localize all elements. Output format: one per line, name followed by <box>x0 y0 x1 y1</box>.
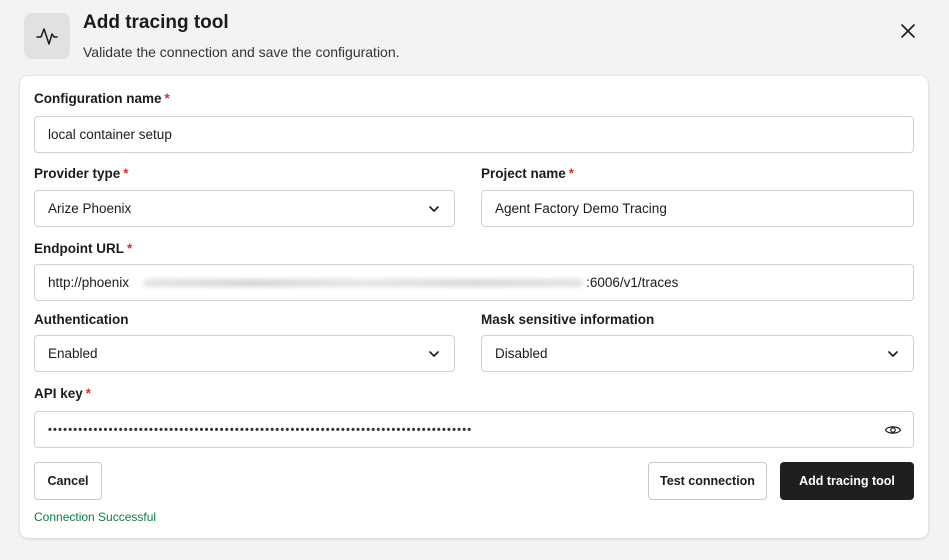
config-name-input[interactable]: local container setup <box>34 116 914 153</box>
chevron-down-icon <box>429 206 439 212</box>
required-marker: * <box>568 166 575 181</box>
endpoint-url-prefix: http://phoenix <box>48 275 130 290</box>
required-marker: * <box>164 91 170 106</box>
form-card: Configuration name * local container setu… <box>20 76 928 538</box>
dialog-header: Add tracing tool Validate the connection… <box>0 0 949 72</box>
authentication-select[interactable]: Enabled <box>34 335 455 372</box>
test-connection-button[interactable]: Test connection <box>648 462 767 500</box>
api-key-input[interactable]: ••••••••••••••••••••••••••••••••••••••••… <box>34 411 914 448</box>
project-name-value: Agent Factory Demo Tracing <box>495 201 667 216</box>
required-marker: * <box>126 241 133 256</box>
authentication-value: Enabled <box>48 346 98 361</box>
mask-sensitive-label: Mask sensitive information <box>481 312 655 327</box>
api-key-masked-value: ••••••••••••••••••••••••••••••••••••••••… <box>48 423 473 436</box>
api-key-label: API key * <box>34 386 92 401</box>
project-name-input[interactable]: Agent Factory Demo Tracing <box>481 190 914 227</box>
required-marker: * <box>123 166 129 181</box>
chevron-down-icon <box>888 351 898 357</box>
authentication-label: Authentication <box>34 312 129 327</box>
project-name-label: Project name * <box>481 166 575 181</box>
connection-status: Connection Successful <box>34 510 157 524</box>
config-name-value: local container setup <box>48 127 172 142</box>
provider-type-select[interactable]: Arize Phoenix <box>34 190 455 227</box>
endpoint-url-label: Endpoint URL * <box>34 241 133 256</box>
close-button[interactable] <box>896 19 920 43</box>
close-icon <box>901 24 915 38</box>
add-tracing-tool-button[interactable]: Add tracing tool <box>780 462 914 500</box>
provider-type-label: Provider type * <box>34 166 129 181</box>
provider-type-value: Arize Phoenix <box>48 201 132 216</box>
required-marker: * <box>85 386 92 401</box>
endpoint-url-suffix: :6006/v1/traces <box>586 275 679 290</box>
dialog-title: Add tracing tool <box>83 12 229 33</box>
mask-sensitive-value: Disabled <box>495 346 548 361</box>
mask-sensitive-select[interactable]: Disabled <box>481 335 914 372</box>
config-name-label: Configuration name * <box>34 91 170 106</box>
cancel-button[interactable]: Cancel <box>34 462 102 500</box>
activity-pulse-icon <box>24 13 70 59</box>
redacted-text <box>143 278 584 287</box>
endpoint-url-input[interactable]: http://phoenix :6006/v1/traces <box>34 264 914 301</box>
eye-icon[interactable] <box>884 421 902 439</box>
chevron-down-icon <box>429 351 439 357</box>
dialog-subtitle: Validate the connection and save the con… <box>83 44 400 60</box>
